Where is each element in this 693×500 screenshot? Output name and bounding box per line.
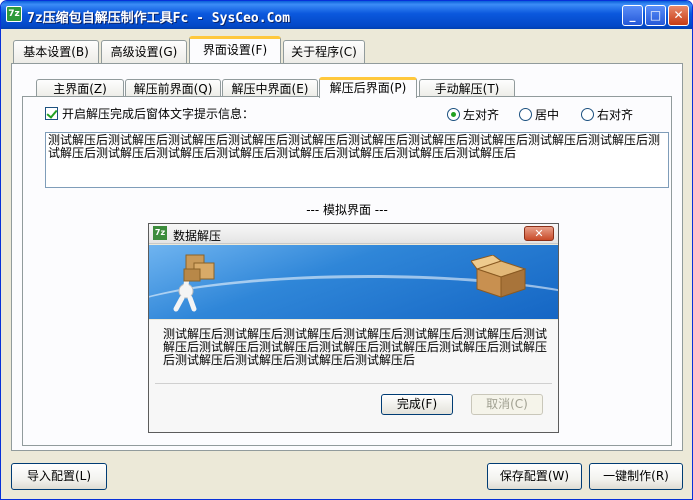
message-textarea[interactable]: 测试解压后测试解压后测试解压后测试解压后测试解压后测试解压后测试解压后测试解压后… (45, 132, 669, 188)
dialog-title: 数据解压 (173, 229, 222, 243)
tab-basic-settings[interactable]: 基本设置(B) (13, 40, 99, 64)
mover-figure-icon (173, 254, 215, 312)
dialog-cancel-button[interactable]: 取消(C) (471, 394, 543, 415)
dialog-separator (155, 383, 552, 384)
minimize-button[interactable]: _ (622, 5, 643, 26)
radio-align-center-dot[interactable] (519, 108, 532, 121)
maximize-button[interactable]: □ (645, 5, 666, 26)
tab-about[interactable]: 关于程序(C) (283, 40, 365, 64)
title-bar[interactable]: 7z 7z压缩包自解压制作工具Fc - SysCeo.Com _ □ ✕ (1, 1, 692, 29)
show-message-checkbox-row[interactable]: 开启解压完成后窗体文字提示信息： (45, 105, 254, 122)
dialog-message: 测试解压后测试解压后测试解压后测试解压后测试解压后测试解压后测试解压后测试解压后… (163, 327, 548, 367)
dialog-body: 测试解压后测试解压后测试解压后测试解压后测试解压后测试解压后测试解压后测试解压后… (149, 320, 558, 432)
dialog-banner (149, 245, 558, 319)
show-message-checkbox[interactable] (45, 107, 58, 120)
dialog-finish-button[interactable]: 完成(F) (381, 394, 453, 415)
after-extract-panel: 开启解压完成后窗体文字提示信息： 左对齐 居中 右对齐 测试解压后测试解压后测试… (22, 96, 672, 446)
radio-align-left[interactable]: 左对齐 (447, 106, 499, 123)
radio-align-left-label: 左对齐 (463, 108, 500, 122)
radio-align-right[interactable]: 右对齐 (581, 106, 633, 123)
tab-advanced-settings[interactable]: 高级设置(G) (101, 40, 187, 64)
ui-settings-panel: 主界面(Z) 解压前界面(Q) 解压中界面(E) 解压后界面(P) 手动解压(T… (11, 63, 683, 451)
save-config-button[interactable]: 保存配置(W) (487, 463, 582, 490)
radio-align-left-dot[interactable] (447, 108, 460, 121)
simulated-dialog: 7z 数据解压 ✕ 测试解压后测试解压后测试解压后测试解压后测试解压后测试解压后… (148, 223, 559, 433)
simulation-label: --- 模拟界面 --- (306, 203, 388, 217)
dialog-close-button[interactable]: ✕ (524, 226, 554, 241)
package-box-icon (471, 255, 527, 298)
radio-align-center[interactable]: 居中 (519, 106, 559, 123)
close-button[interactable]: ✕ (668, 5, 689, 26)
dialog-app-icon: 7z (153, 226, 167, 240)
radio-align-right-label: 右对齐 (597, 108, 634, 122)
radio-align-center-label: 居中 (535, 108, 560, 122)
main-window: 7z 7z压缩包自解压制作工具Fc - SysCeo.Com _ □ ✕ 基本设… (0, 0, 693, 500)
radio-align-right-dot[interactable] (581, 108, 594, 121)
app-icon: 7z (6, 6, 22, 22)
tab-ui-settings[interactable]: 界面设置(F) (189, 36, 281, 63)
build-button[interactable]: 一键制作(R) (589, 463, 683, 490)
dialog-title-bar: 7z 数据解压 ✕ (149, 224, 558, 244)
window-title: 7z压缩包自解压制作工具Fc - SysCeo.Com (27, 11, 291, 26)
show-message-label: 开启解压完成后窗体文字提示信息： (62, 107, 255, 121)
import-config-button[interactable]: 导入配置(L) (11, 463, 107, 490)
subtab-after-extract[interactable]: 解压后界面(P) (319, 77, 417, 98)
